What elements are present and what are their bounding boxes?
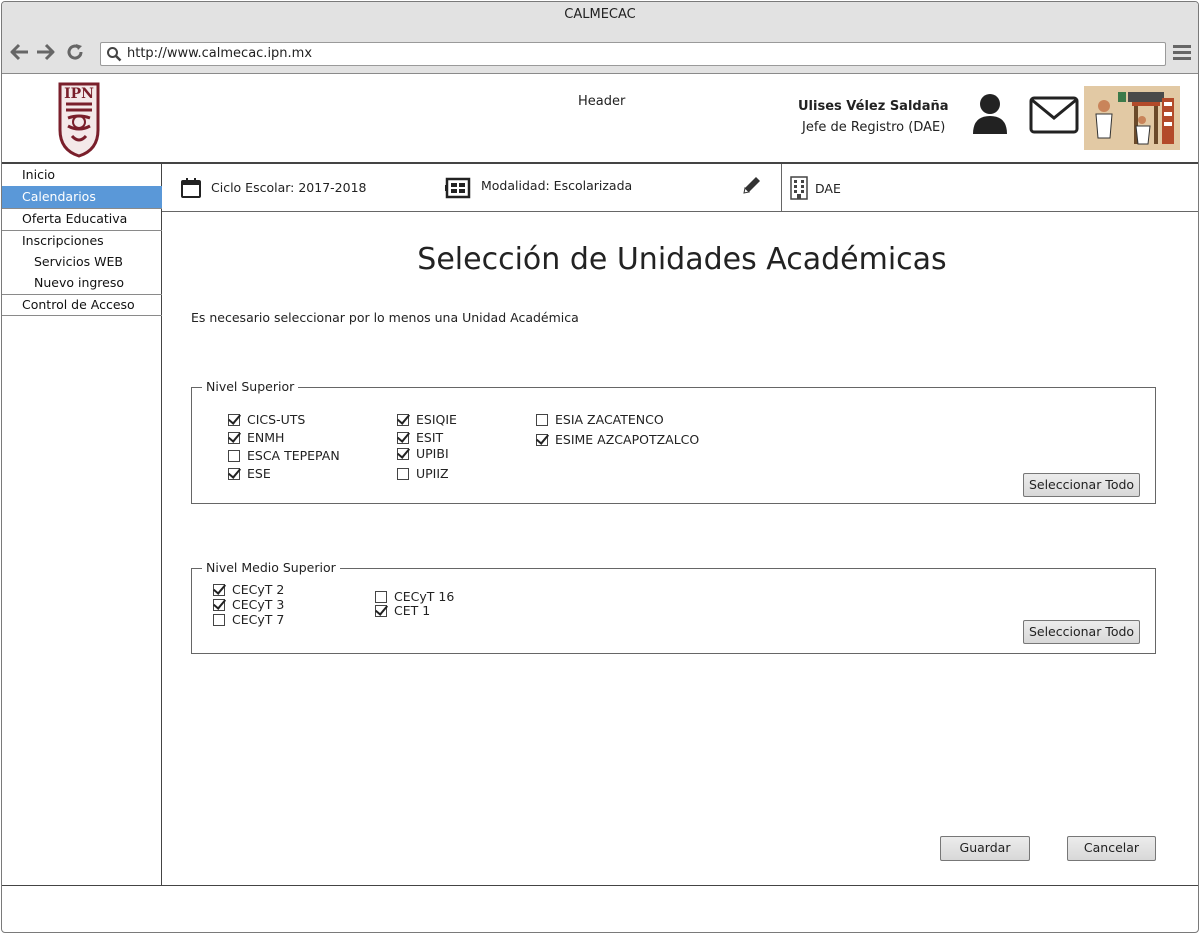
checkbox-ese[interactable]: ESE	[228, 466, 271, 484]
search-icon	[106, 46, 122, 62]
checkbox-upiiz[interactable]: UPIIZ	[397, 466, 449, 484]
save-button[interactable]: Guardar	[940, 836, 1030, 861]
checkbox-box[interactable]	[397, 432, 409, 444]
checkbox-label: CECyT 2	[232, 582, 285, 597]
checkbox-box[interactable]	[375, 605, 387, 617]
checkbox-label: UPIIZ	[416, 466, 449, 481]
sidebar-divider	[2, 315, 162, 316]
checkbox-enmh[interactable]: ENMH	[228, 430, 284, 448]
checkbox-box[interactable]	[228, 414, 240, 426]
checkbox-esiqie[interactable]: ESIQIE	[397, 412, 457, 430]
sidebar: Inicio Calendarios Operativos Oferta Edu…	[2, 164, 162, 885]
checkbox-box[interactable]	[536, 434, 548, 446]
checkbox-label: CET 1	[394, 603, 431, 618]
page-title: Selección de Unidades Académicas	[417, 242, 947, 277]
page-header: IPN Header Ulises Vélez Saldaña Jefe de …	[2, 74, 1198, 164]
checkbox-label: ESE	[247, 466, 271, 481]
forward-arrow-icon[interactable]	[35, 42, 55, 62]
checkbox-esca-tepepan[interactable]: ESCA TEPEPAN	[228, 448, 340, 466]
checkbox-cet-1[interactable]: CET 1	[375, 603, 430, 621]
infobar-divider	[781, 164, 782, 212]
checkbox-label: CECyT 16	[394, 589, 455, 604]
modalidad-icon	[445, 177, 471, 199]
checkbox-label: ENMH	[247, 430, 285, 445]
checkbox-box[interactable]	[397, 448, 409, 460]
checkbox-label: UPIBI	[416, 446, 449, 461]
sidebar-item-inscripciones[interactable]: Inscripciones	[2, 230, 162, 252]
notice-text: Es necesario seleccionar por lo menos un…	[191, 310, 579, 325]
user-name: Ulises Vélez Saldaña	[798, 99, 949, 114]
back-arrow-icon[interactable]	[10, 42, 30, 62]
browser-window: CALMECAC http://www.calmecac.ipn.mx IPN	[1, 1, 1199, 933]
dependencia: DAE	[815, 181, 841, 196]
sidebar-item-control-de-acceso[interactable]: Control de Acceso	[2, 294, 162, 316]
checkbox-box[interactable]	[228, 432, 240, 444]
checkbox-box[interactable]	[228, 450, 240, 462]
reload-icon[interactable]	[65, 42, 85, 62]
checkbox-box[interactable]	[213, 599, 225, 611]
url-text: http://www.calmecac.ipn.mx	[127, 46, 313, 61]
codex-illustration	[1084, 86, 1180, 150]
checkbox-box[interactable]	[213, 584, 225, 596]
address-bar[interactable]: http://www.calmecac.ipn.mx	[100, 42, 1166, 66]
nivel-superior-legend: Nivel Superior	[202, 379, 299, 394]
footer-divider	[2, 885, 1198, 886]
user-role: Jefe de Registro (DAE)	[802, 120, 946, 135]
checkbox-cecyt-7[interactable]: CECyT 7	[213, 612, 284, 630]
building-icon	[789, 176, 811, 200]
checkbox-label: ESIQIE	[416, 412, 457, 427]
nivel-medio-superior-group: Nivel Medio Superior CECyT 2 CECyT 3 CEC…	[191, 560, 1156, 654]
checkbox-label: CECyT 3	[232, 597, 285, 612]
checkbox-label: ESCA TEPEPAN	[247, 448, 340, 463]
logo-text: IPN	[64, 86, 94, 102]
cancel-button[interactable]: Cancelar	[1067, 836, 1156, 861]
nivel-medio-superior-legend: Nivel Medio Superior	[202, 560, 340, 575]
sidebar-item-inicio[interactable]: Inicio	[2, 164, 162, 186]
pencil-icon[interactable]	[741, 174, 763, 196]
checkbox-esia-zacatenco[interactable]: ESIA ZACATENCO	[536, 412, 664, 430]
checkbox-label: CECyT 7	[232, 612, 285, 627]
checkbox-label: ESIA ZACATENCO	[555, 412, 664, 427]
modalidad: Modalidad: Escolarizada	[481, 178, 633, 193]
ciclo-escolar: Ciclo Escolar: 2017-2018	[211, 180, 367, 195]
user-icon[interactable]	[970, 92, 1010, 136]
checkbox-cics-uts[interactable]: CICS-UTS	[228, 412, 305, 430]
checkbox-box[interactable]	[228, 468, 240, 480]
checkbox-box[interactable]	[536, 414, 548, 426]
sidebar-item-oferta-educativa[interactable]: Oferta Educativa	[2, 208, 162, 230]
header-label: Header	[578, 94, 626, 109]
select-all-superior-button[interactable]: Seleccionar Todo	[1023, 473, 1140, 497]
select-all-medio-button[interactable]: Seleccionar Todo	[1023, 620, 1140, 644]
checkbox-label: ESIME AZCAPOTZALCO	[555, 432, 700, 447]
calendar-icon	[180, 177, 202, 199]
checkbox-label: CICS-UTS	[247, 412, 306, 427]
checkbox-box[interactable]	[375, 591, 387, 603]
sidebar-item-servicios-web[interactable]: Servicios WEB	[2, 251, 162, 273]
ipn-logo: IPN	[54, 78, 104, 158]
window-title: CALMECAC	[2, 2, 1198, 30]
checkbox-box[interactable]	[213, 614, 225, 626]
browser-toolbar: http://www.calmecac.ipn.mx	[2, 30, 1198, 74]
checkbox-esime-azcapotzalco[interactable]: ESIME AZCAPOTZALCO	[536, 432, 699, 450]
checkbox-box[interactable]	[397, 468, 409, 480]
menu-icon[interactable]	[1172, 43, 1192, 61]
checkbox-upibi[interactable]: UPIBI	[397, 446, 449, 464]
sidebar-item-nuevo-ingreso[interactable]: Nuevo ingreso	[2, 272, 162, 294]
context-bar: Ciclo Escolar: 2017-2018 Modalidad: Esco…	[162, 164, 1198, 212]
checkbox-label: ESIT	[416, 430, 444, 445]
mail-icon[interactable]	[1029, 96, 1079, 134]
checkbox-box[interactable]	[397, 414, 409, 426]
nivel-superior-group: Nivel Superior CICS-UTS ENMH ESCA TEPEPA…	[191, 379, 1156, 504]
sidebar-item-calendarios-operativos[interactable]: Calendarios Operativos	[2, 186, 162, 226]
